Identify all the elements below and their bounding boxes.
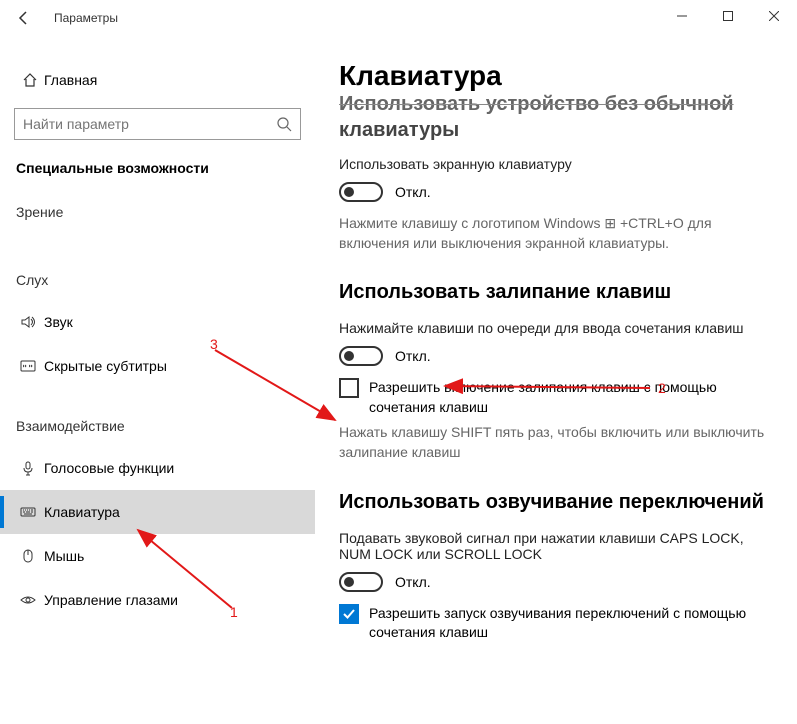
sidebar-item-eye[interactable]: Управление глазами xyxy=(0,578,315,622)
sticky-toggle[interactable] xyxy=(339,346,383,366)
back-button[interactable] xyxy=(0,0,48,36)
sound-icon xyxy=(14,314,42,330)
captions-icon xyxy=(14,358,42,374)
togglekeys-shortcut-checkbox[interactable] xyxy=(339,604,359,624)
sticky-help: Нажать клавишу SHIFT пять раз, чтобы вкл… xyxy=(339,423,773,462)
osk-label: Использовать экранную клавиатуру xyxy=(339,156,773,172)
window-title: Параметры xyxy=(48,11,118,25)
osk-help: Нажмите клавишу с логотипом Windows ⊞ +C… xyxy=(339,214,773,253)
sidebar-item-captions[interactable]: Скрытые субтитры xyxy=(0,344,315,388)
nav-label-keyboard: Клавиатура xyxy=(42,504,120,520)
minimize-button[interactable] xyxy=(659,0,705,32)
nav-label-mouse: Мышь xyxy=(42,548,84,564)
mouse-icon xyxy=(14,548,42,564)
cut-heading: Использовать устройство без обычной клав… xyxy=(339,94,773,142)
page-title: Клавиатура xyxy=(339,60,773,92)
osk-toggle[interactable] xyxy=(339,182,383,202)
group-vision: Зрение xyxy=(0,188,315,232)
mic-icon xyxy=(14,460,42,476)
sticky-toggle-status: Откл. xyxy=(395,348,431,364)
search-input-wrap[interactable] xyxy=(14,108,301,140)
sidebar: Главная Специальные возможности Зрение С… xyxy=(0,36,315,724)
nav-label-speech: Голосовые функции xyxy=(42,460,174,476)
group-hearing: Слух xyxy=(0,232,315,300)
sticky-label: Нажимайте клавиши по очереди для ввода с… xyxy=(339,320,773,336)
nav-label-captions: Скрытые субтитры xyxy=(42,358,167,374)
search-icon xyxy=(276,116,292,132)
home-icon xyxy=(16,72,44,88)
maximize-button[interactable] xyxy=(705,0,751,32)
eye-icon xyxy=(14,592,42,608)
sidebar-item-home[interactable]: Главная xyxy=(0,60,315,100)
sticky-shortcut-checkbox[interactable] xyxy=(339,378,359,398)
togglekeys-label: Подавать звуковой сигнал при нажатии кла… xyxy=(339,530,773,562)
keyboard-icon xyxy=(14,504,42,520)
category-header: Специальные возможности xyxy=(0,160,315,188)
sticky-heading: Использовать залипание клавиш xyxy=(339,281,773,304)
sidebar-item-mouse[interactable]: Мышь xyxy=(0,534,315,578)
togglekeys-toggle[interactable] xyxy=(339,572,383,592)
togglekeys-heading: Использовать озвучивание переключений xyxy=(339,491,773,514)
sidebar-item-sound[interactable]: Звук xyxy=(0,300,315,344)
nav-label-eye: Управление глазами xyxy=(42,592,178,608)
togglekeys-toggle-status: Откл. xyxy=(395,574,431,590)
sidebar-item-keyboard[interactable]: Клавиатура xyxy=(0,490,315,534)
close-button[interactable] xyxy=(751,0,797,32)
content-area: Клавиатура Использовать устройство без о… xyxy=(315,36,797,724)
sidebar-item-speech[interactable]: Голосовые функции xyxy=(0,446,315,490)
search-input[interactable] xyxy=(23,116,276,132)
home-label: Главная xyxy=(44,72,97,88)
nav-label-sound: Звук xyxy=(42,314,73,330)
osk-toggle-status: Откл. xyxy=(395,184,431,200)
togglekeys-shortcut-label: Разрешить запуск озвучивания переключени… xyxy=(369,604,773,643)
group-interaction: Взаимодействие xyxy=(0,388,315,446)
sticky-shortcut-label: Разрешить включение залипания клавиш с п… xyxy=(369,378,773,417)
